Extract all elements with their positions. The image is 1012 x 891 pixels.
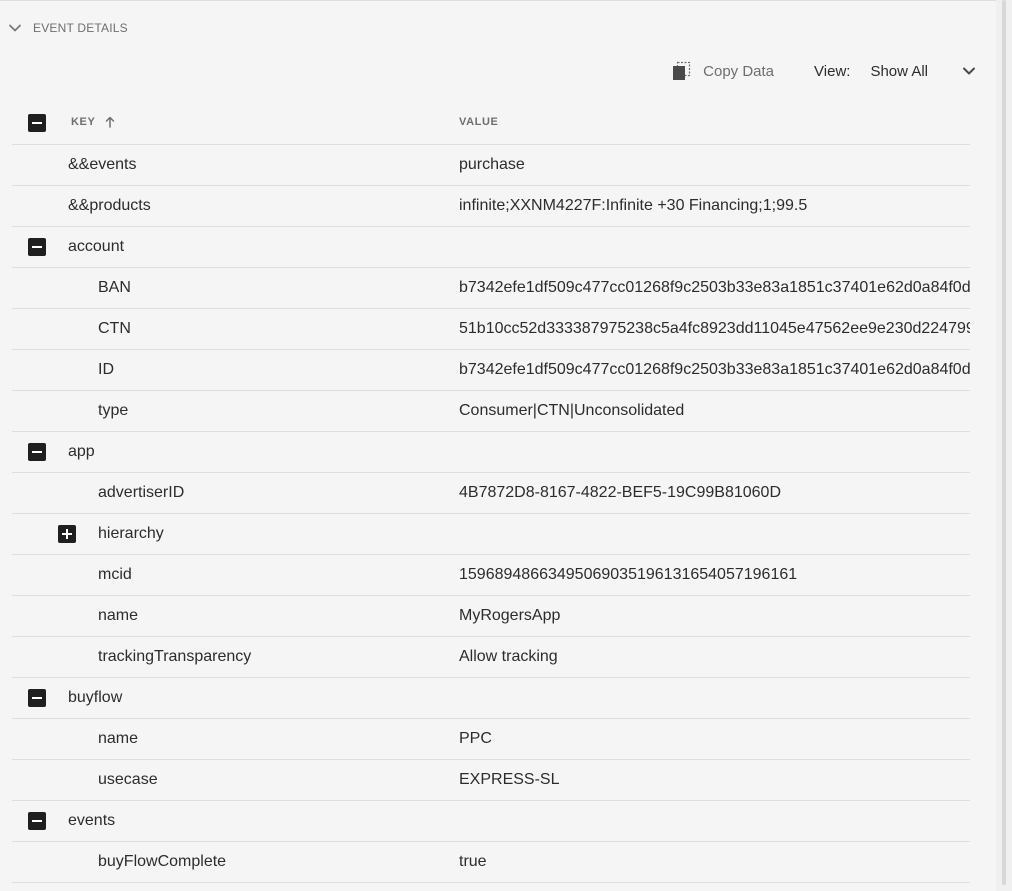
expand-icon[interactable] <box>58 525 76 543</box>
row-value: b7342efe1df509c477cc01268f9c2503b33e83a1… <box>459 279 970 296</box>
row-key: &&products <box>68 197 151 214</box>
row-value: true <box>459 853 487 870</box>
row-key: mcid <box>98 566 132 583</box>
table-row: ID b7342efe1df509c477cc01268f9c2503b33e8… <box>12 350 970 391</box>
row-key: buyFlowComplete <box>98 853 227 870</box>
row-key: ID <box>98 361 114 378</box>
row-value: purchase <box>459 156 525 173</box>
row-value: 15968948663495069035196131654057196161 <box>459 566 798 583</box>
collapse-icon[interactable] <box>28 238 46 256</box>
table-row: name MyRogersApp <box>12 596 970 637</box>
event-details-header[interactable]: EVENT DETAILS <box>8 18 128 38</box>
table-row: BAN b7342efe1df509c477cc01268f9c2503b33e… <box>12 268 970 309</box>
row-key: &&events <box>68 156 137 173</box>
row-key: hierarchy <box>98 525 164 542</box>
table-row-group: events <box>12 801 970 842</box>
value-column-header: VALUE <box>459 116 498 128</box>
view-label: View: <box>814 62 851 80</box>
row-key: CTN <box>98 320 131 337</box>
chevron-down-icon[interactable] <box>8 21 22 35</box>
table-row-group: buyflow <box>12 678 970 719</box>
row-value: MyRogersApp <box>459 607 561 624</box>
table-row: usecase EXPRESS-SL <box>12 760 970 801</box>
scrollbar-thumb[interactable] <box>1002 0 1006 885</box>
row-key: usecase <box>98 771 158 788</box>
row-key: type <box>98 402 129 419</box>
copy-data-button[interactable]: Copy Data <box>671 60 774 82</box>
row-key: trackingTransparency <box>98 648 252 665</box>
row-key: account <box>68 238 125 255</box>
table-row-group: app <box>12 432 970 473</box>
collapse-icon[interactable] <box>28 689 46 707</box>
row-key: advertiserID <box>98 484 185 501</box>
value-header-label: VALUE <box>459 116 499 128</box>
row-key: name <box>98 607 139 624</box>
event-details-panel: EVENT DETAILS Copy Data View: Show All K… <box>0 0 1012 891</box>
row-value: infinite;XXNM4227F:Infinite +30 Financin… <box>459 197 808 214</box>
row-value: b7342efe1df509c477cc01268f9c2503b33e83a1… <box>459 361 970 378</box>
top-divider <box>0 0 996 1</box>
row-value: PPC <box>459 730 492 747</box>
collapse-all-toggle-icon[interactable] <box>28 114 46 132</box>
row-key: name <box>98 730 139 747</box>
scrollbar[interactable] <box>996 0 1012 891</box>
table-row: mcid 15968948663495069035196131654057196… <box>12 555 970 596</box>
row-key: BAN <box>98 279 131 296</box>
table-row: trackingTransparency Allow tracking <box>12 637 970 678</box>
table-row-group: account <box>12 227 970 268</box>
row-value: EXPRESS-SL <box>459 771 560 788</box>
table-row-group: hierarchy <box>12 514 970 555</box>
key-header-label: KEY <box>71 116 96 128</box>
toolbar: Copy Data View: Show All <box>671 58 976 84</box>
collapse-icon[interactable] <box>28 443 46 461</box>
view-select[interactable]: Show All <box>870 63 976 80</box>
key-column-header[interactable]: KEY <box>71 116 115 128</box>
row-key: buyflow <box>68 689 123 706</box>
copy-data-label: Copy Data <box>703 62 775 80</box>
row-value: Allow tracking <box>459 648 558 665</box>
copy-icon <box>673 61 691 80</box>
table-row: CTN 51b10cc52d333387975238c5a4fc8923dd11… <box>12 309 970 350</box>
table-header-row: KEY VALUE <box>12 102 970 145</box>
table-row-group: page <box>12 883 970 891</box>
table-row: &&events purchase <box>12 145 970 186</box>
table-row: buyFlowComplete true <box>12 842 970 883</box>
view-select-value: Show All <box>870 62 928 80</box>
row-value: 51b10cc52d333387975238c5a4fc8923dd11045e… <box>459 320 970 337</box>
event-data-table: KEY VALUE &&events purchase &&products i… <box>12 102 970 891</box>
collapse-icon[interactable] <box>28 812 46 830</box>
table-row: &&products infinite;XXNM4227F:Infinite +… <box>12 186 970 227</box>
chevron-down-icon <box>963 67 975 75</box>
sort-ascending-icon <box>106 116 115 128</box>
table-row: advertiserID 4B7872D8-8167-4822-BEF5-19C… <box>12 473 970 514</box>
row-value: Consumer|CTN|Unconsolidated <box>459 402 685 419</box>
row-key: app <box>68 443 95 460</box>
row-value: 4B7872D8-8167-4822-BEF5-19C99B81060D <box>459 484 781 501</box>
row-key: events <box>68 812 116 829</box>
table-row: name PPC <box>12 719 970 760</box>
section-title: EVENT DETAILS <box>33 21 128 35</box>
table-row: type Consumer|CTN|Unconsolidated <box>12 391 970 432</box>
